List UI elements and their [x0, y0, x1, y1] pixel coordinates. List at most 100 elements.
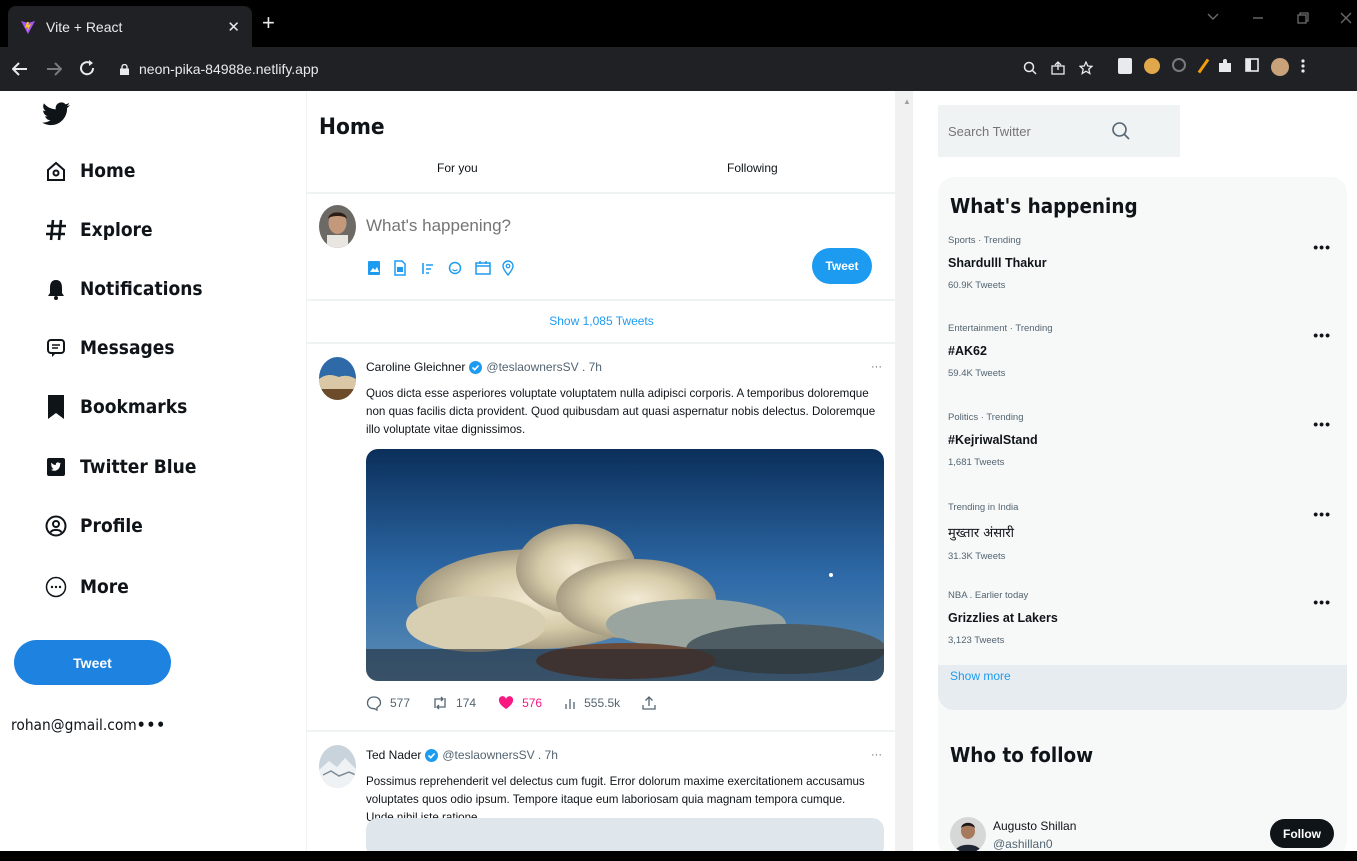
tab-close-icon[interactable]: ✕: [227, 18, 240, 36]
trend-more-icon[interactable]: •••: [1313, 327, 1331, 343]
share-button[interactable]: [642, 696, 664, 710]
pen-extension-icon[interactable]: [1197, 58, 1210, 74]
search-icon[interactable]: [1111, 121, 1131, 141]
share-icon: [642, 696, 656, 710]
vite-logo-icon: [21, 20, 35, 34]
back-icon[interactable]: [12, 61, 28, 77]
kebab-menu-icon[interactable]: [1301, 58, 1305, 74]
avatar[interactable]: [319, 357, 356, 400]
bell-icon: [44, 277, 68, 301]
location-icon[interactable]: [502, 260, 516, 277]
sidebar-item-notifications[interactable]: Notifications: [44, 274, 216, 304]
search-extension-icon[interactable]: [1172, 58, 1186, 72]
minimize-icon[interactable]: [1252, 12, 1264, 22]
search-input[interactable]: [948, 123, 1108, 139]
home-icon: [44, 159, 68, 183]
trend-context: Trending in India: [948, 502, 1019, 513]
trend-more-icon[interactable]: •••: [1313, 239, 1331, 255]
tab-title: Vite + React: [46, 18, 123, 35]
share-icon[interactable]: [1051, 61, 1065, 75]
views-icon: [565, 699, 575, 709]
lock-icon: [120, 63, 129, 75]
follow-suggestion[interactable]: Augusto Shillan @ashillan0 Follow: [950, 817, 1345, 851]
tab-for-you[interactable]: For you: [437, 161, 478, 175]
forward-icon[interactable]: [46, 61, 62, 77]
close-window-icon[interactable]: [1340, 12, 1352, 24]
gif-icon[interactable]: [394, 260, 408, 276]
address-bar[interactable]: neon-pika-84988e.netlify.app: [110, 53, 1105, 85]
trend-item[interactable]: Politics · Trending #KejriwalStand 1,681…: [948, 412, 1343, 468]
trend-more-icon[interactable]: •••: [1313, 416, 1331, 432]
scrollbar[interactable]: [896, 91, 913, 851]
sidebar-item-messages[interactable]: Messages: [44, 333, 185, 363]
compose-tweet-button[interactable]: Tweet: [812, 248, 872, 284]
image-icon[interactable]: [367, 260, 381, 276]
schedule-icon[interactable]: [475, 260, 491, 276]
trend-more-icon[interactable]: •••: [1313, 594, 1331, 610]
profile-avatar-icon[interactable]: [1271, 58, 1289, 76]
star-icon[interactable]: [1079, 61, 1093, 75]
tweet-button[interactable]: Tweet: [14, 640, 171, 685]
sidebar-item-twitter-blue[interactable]: Twitter Blue: [44, 452, 209, 482]
tweet-image[interactable]: [366, 818, 884, 851]
account-email: rohan@gmail.com: [11, 716, 137, 734]
new-tab-button[interactable]: +: [262, 12, 275, 34]
show-more-link[interactable]: Show more: [938, 665, 1347, 710]
sidebar-item-home[interactable]: Home: [44, 156, 142, 186]
avatar[interactable]: [319, 745, 356, 788]
tweet-image[interactable]: [366, 449, 884, 681]
trend-topic: #AK62: [948, 344, 987, 358]
views-button[interactable]: 555.5k: [564, 696, 620, 710]
reader-extension-icon[interactable]: [1118, 58, 1132, 74]
trend-item[interactable]: Trending in India मुख्तार अंसारी 31.3K T…: [948, 502, 1343, 562]
avatar[interactable]: [950, 817, 986, 851]
tweet-author-name[interactable]: Caroline Gleichner: [366, 360, 465, 374]
puzzle-icon[interactable]: [1217, 58, 1233, 74]
like-button[interactable]: 576: [498, 696, 542, 710]
emoji-icon[interactable]: [448, 260, 462, 276]
tweet-author-name[interactable]: Ted Nader: [366, 748, 421, 762]
url-text: neon-pika-84988e.netlify.app: [139, 61, 319, 77]
scroll-up-arrow-icon[interactable]: ▲: [903, 97, 911, 106]
browser-tab-strip: Vite + React ✕ +: [0, 0, 1357, 47]
tweet-more-icon[interactable]: ···: [871, 361, 882, 373]
sidepanel-icon[interactable]: [1245, 58, 1259, 72]
poll-icon[interactable]: [421, 260, 435, 276]
trend-count: 31.3K Tweets: [948, 551, 1006, 562]
trend-item[interactable]: Sports · Trending Shardulll Thakur 60.9K…: [948, 235, 1343, 291]
tab-following[interactable]: Following: [727, 161, 778, 175]
reply-button[interactable]: 577: [366, 695, 410, 711]
account-switcher[interactable]: rohan@gmail.com•••: [11, 716, 166, 734]
restore-icon[interactable]: [1297, 12, 1309, 24]
reload-icon[interactable]: [79, 60, 96, 77]
sidebar-item-profile[interactable]: Profile: [44, 511, 150, 541]
follow-button[interactable]: Follow: [1270, 819, 1334, 848]
browser-tab[interactable]: Vite + React ✕: [8, 6, 252, 47]
trend-item[interactable]: NBA . Earlier today Grizzlies at Lakers …: [948, 590, 1343, 646]
account-menu-dots[interactable]: •••: [137, 716, 166, 734]
retweet-button[interactable]: 174: [432, 696, 476, 710]
avatar-extension-icon[interactable]: [1144, 58, 1160, 74]
like-count: 576: [522, 696, 543, 710]
tweet-card[interactable]: Ted Nader @teslaownersSV . 7h ··· Possim…: [307, 732, 896, 851]
tweet-card[interactable]: Caroline Gleichner @teslaownersSV . 7h ·…: [307, 343, 896, 731]
zoom-icon[interactable]: [1023, 61, 1037, 75]
search-box[interactable]: [938, 105, 1180, 157]
sidebar-item-bookmarks[interactable]: Bookmarks: [44, 392, 199, 422]
trends-title: What's happening: [950, 194, 1138, 218]
compose-input[interactable]: [366, 216, 766, 236]
avatar[interactable]: [319, 205, 356, 248]
trend-count: 1,681 Tweets: [948, 457, 1005, 468]
trend-more-icon[interactable]: •••: [1313, 506, 1331, 522]
follow-name[interactable]: Augusto Shillan: [993, 819, 1076, 833]
tab-search-icon[interactable]: [1207, 12, 1219, 22]
twitter-logo-icon[interactable]: [42, 101, 70, 127]
show-new-tweets-link[interactable]: Show 1,085 Tweets: [307, 314, 896, 328]
tweet-more-icon[interactable]: ···: [871, 749, 882, 761]
trend-topic: मुख्तार अंसारी: [948, 526, 1015, 541]
tweet-header: Ted Nader @teslaownersSV . 7h: [366, 748, 558, 762]
sidebar-item-explore[interactable]: Explore: [44, 215, 161, 245]
sidebar-item-more[interactable]: More: [44, 572, 134, 602]
window-bottom-edge: [0, 851, 1357, 861]
trend-item[interactable]: Entertainment · Trending #AK62 59.4K Twe…: [948, 323, 1343, 379]
